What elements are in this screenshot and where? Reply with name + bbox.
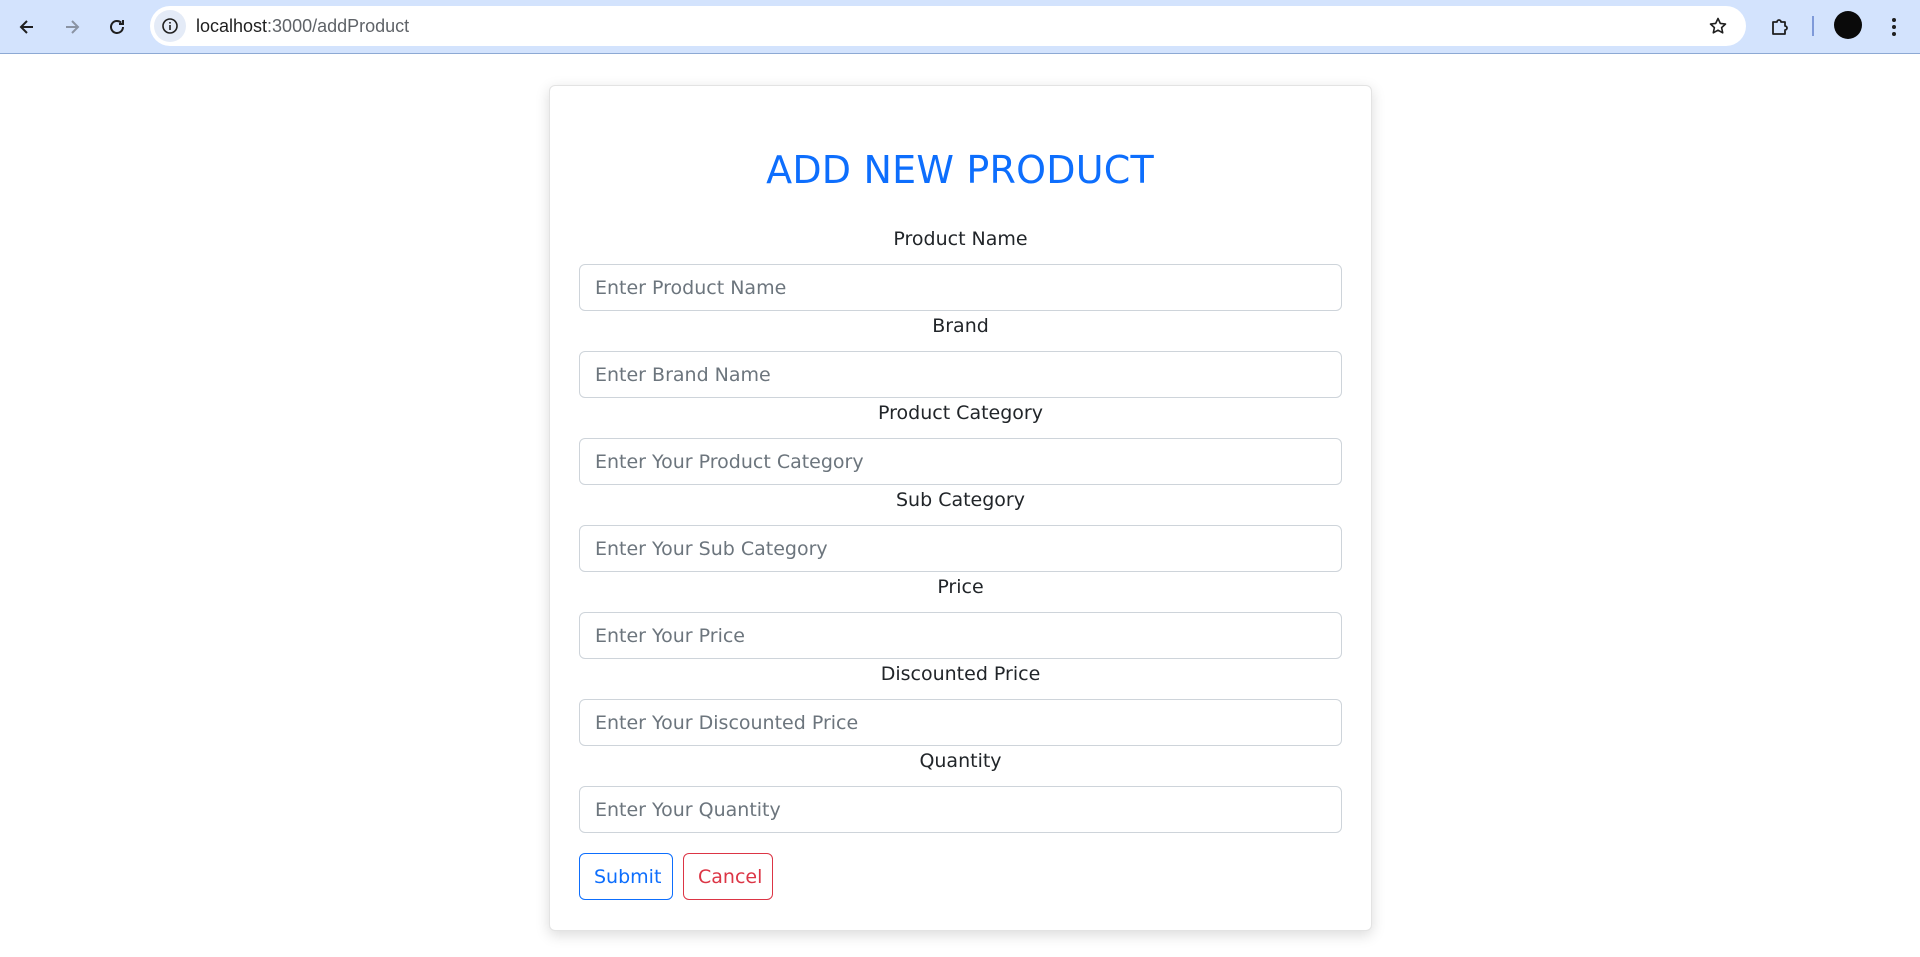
brand-label: Brand: [932, 315, 989, 337]
sub-category-label: Sub Category: [896, 489, 1025, 511]
product-category-input[interactable]: [579, 438, 1342, 485]
kebab-menu-icon: [1892, 18, 1896, 36]
quantity-label: Quantity: [919, 750, 1002, 772]
extensions-button[interactable]: [1762, 9, 1798, 45]
url-path: :3000/addProduct: [267, 16, 410, 36]
forward-arrow-icon: [66, 20, 80, 34]
info-icon: [162, 18, 178, 34]
submit-button[interactable]: Submit: [579, 853, 673, 900]
reload-button[interactable]: [99, 9, 135, 45]
quantity-input[interactable]: [579, 786, 1342, 833]
browser-menu-button[interactable]: [1876, 9, 1912, 45]
toolbar-divider: [1812, 16, 1814, 36]
sub-category-input[interactable]: [579, 525, 1342, 572]
url-text[interactable]: localhost:3000/addProduct: [196, 16, 409, 37]
forward-button[interactable]: [54, 9, 90, 45]
brand-input[interactable]: [579, 351, 1342, 398]
product-name-input[interactable]: [579, 264, 1342, 311]
back-arrow-icon: [19, 20, 33, 34]
product-name-label: Product Name: [893, 228, 1028, 250]
discounted-price-label: Discounted Price: [880, 663, 1041, 685]
star-icon: [1709, 17, 1727, 34]
puzzle-icon: [1772, 19, 1788, 35]
bookmark-button[interactable]: [1704, 12, 1732, 40]
avatar[interactable]: [1834, 11, 1862, 39]
product-category-label: Product Category: [878, 402, 1043, 424]
discounted-price-input[interactable]: [579, 699, 1342, 746]
back-button[interactable]: [9, 9, 45, 45]
browser-toolbar: localhost:3000/addProduct: [0, 0, 1920, 54]
price-input[interactable]: [579, 612, 1342, 659]
cancel-button[interactable]: Cancel: [683, 853, 773, 900]
page-title: ADD NEW PRODUCT: [766, 148, 1154, 192]
price-label: Price: [937, 576, 984, 598]
address-bar[interactable]: localhost:3000/addProduct: [150, 6, 1746, 46]
url-host: localhost: [196, 16, 268, 36]
site-info-button[interactable]: [154, 10, 186, 42]
reload-icon: [110, 20, 124, 34]
